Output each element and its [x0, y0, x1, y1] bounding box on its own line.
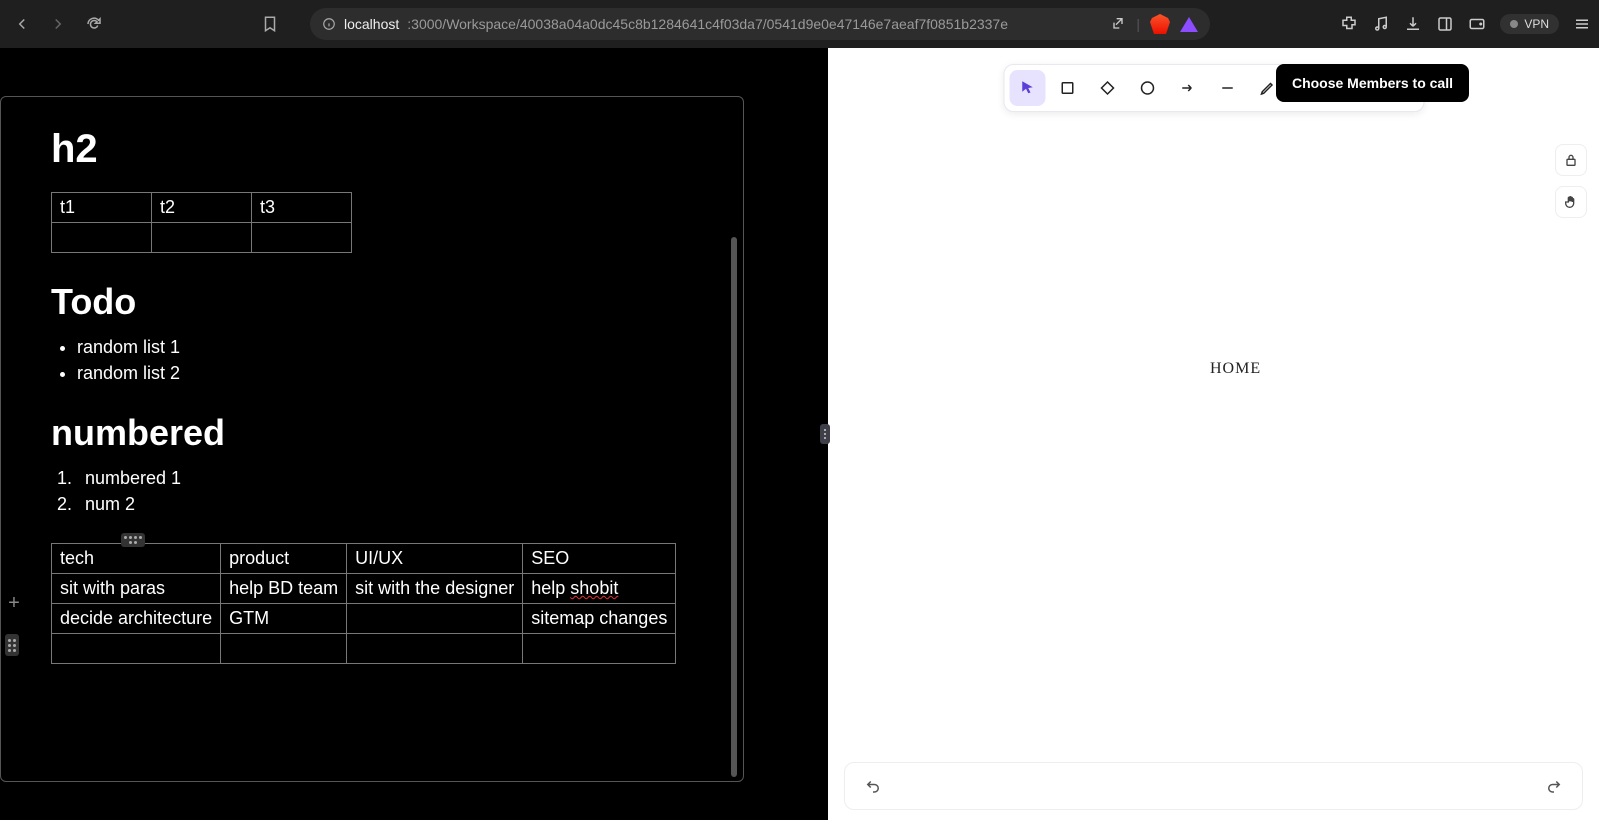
tool-arrow[interactable] [1169, 70, 1205, 106]
table-cell[interactable] [252, 223, 352, 253]
table-cell[interactable]: sitemap changes [523, 604, 676, 634]
table-1[interactable]: t1 t2 t3 [51, 192, 352, 253]
heading-todo[interactable]: Todo [51, 281, 693, 323]
table-cell[interactable]: tech [52, 544, 221, 574]
list-item[interactable]: numbered 1 [77, 468, 693, 489]
list-item[interactable]: random list 2 [77, 363, 693, 384]
vpn-label: VPN [1524, 17, 1549, 31]
table-cell[interactable]: sit with the designer [347, 574, 523, 604]
undo-button[interactable] [859, 772, 887, 800]
table-cell[interactable]: t1 [52, 193, 152, 223]
download-icon[interactable] [1404, 15, 1422, 33]
info-icon [322, 17, 336, 31]
canvas-pane: Choose Members to call HOME [828, 48, 1599, 820]
vpn-status-dot [1510, 20, 1518, 28]
nav-back-button[interactable] [8, 10, 36, 38]
list-item[interactable]: num 2 [77, 494, 693, 515]
tool-line[interactable] [1209, 70, 1245, 106]
todo-list[interactable]: random list 1 random list 2 [77, 337, 693, 384]
drag-handle-row[interactable] [5, 634, 19, 656]
table-row: sit with paras help BD team sit with the… [52, 574, 676, 604]
list-item[interactable]: random list 1 [77, 337, 693, 358]
add-row-button[interactable]: + [5, 595, 23, 613]
redo-button[interactable] [1540, 772, 1568, 800]
heading-numbered[interactable]: numbered [51, 412, 693, 454]
table-cell[interactable]: help shobit [523, 574, 676, 604]
table-cell[interactable]: sit with paras [52, 574, 221, 604]
panel-icon[interactable] [1436, 15, 1454, 33]
bookmark-icon[interactable] [256, 10, 284, 38]
table-cell[interactable]: help BD team [221, 574, 347, 604]
numbered-list[interactable]: numbered 1 num 2 [77, 468, 693, 515]
table-cell[interactable] [221, 634, 347, 664]
table-cell[interactable]: t3 [252, 193, 352, 223]
table-cell[interactable]: t2 [152, 193, 252, 223]
table-row: decide architecture GTM sitemap changes [52, 604, 676, 634]
scrollbar[interactable] [731, 237, 737, 777]
extension-icon[interactable] [1340, 15, 1358, 33]
table-cell[interactable]: product [221, 544, 347, 574]
canvas-text-home[interactable]: HOME [1210, 360, 1261, 378]
canvas-drawing-area[interactable] [828, 48, 1128, 198]
share-icon[interactable] [1110, 16, 1126, 32]
table-cell[interactable] [523, 634, 676, 664]
nav-forward-button[interactable] [44, 10, 72, 38]
vpn-pill[interactable]: VPN [1500, 14, 1559, 34]
wallet-icon[interactable] [1468, 15, 1486, 33]
table-cell[interactable]: GTM [221, 604, 347, 634]
heading-h2[interactable]: h2 [51, 127, 693, 172]
table-row: tech product UI/UX SEO [52, 544, 676, 574]
editor-content[interactable]: h2 t1 t2 t3 Todo random list 1 random li… [0, 96, 744, 782]
table-row [52, 223, 352, 253]
brave-shield-icon[interactable] [1150, 14, 1170, 34]
drag-handle-column[interactable] [121, 533, 145, 547]
table-cell[interactable] [152, 223, 252, 253]
table-cell[interactable] [347, 634, 523, 664]
browser-chrome: localhost :3000/Workspace/40038a04a0dc45c… [0, 0, 1599, 48]
table-cell[interactable]: decide architecture [52, 604, 221, 634]
table-cell[interactable] [52, 223, 152, 253]
table-2[interactable]: tech product UI/UX SEO sit with paras he… [51, 543, 676, 664]
canvas-side-tools [1555, 144, 1587, 218]
table-cell[interactable] [52, 634, 221, 664]
url-bar[interactable]: localhost :3000/Workspace/40038a04a0dc45c… [310, 8, 1210, 40]
tool-circle[interactable] [1129, 70, 1165, 106]
triangle-icon[interactable] [1180, 17, 1198, 32]
nav-reload-button[interactable] [80, 10, 108, 38]
table-cell[interactable]: SEO [523, 544, 676, 574]
canvas-bottom-bar [844, 762, 1583, 810]
hand-icon[interactable] [1555, 186, 1587, 218]
spellcheck-underline: shobit [570, 578, 618, 598]
table-row: t1 t2 t3 [52, 193, 352, 223]
split-handle[interactable] [820, 424, 830, 444]
url-path: :3000/Workspace/40038a04a0dc45c8b1284641… [407, 16, 1008, 32]
table-row [52, 634, 676, 664]
hamburger-icon[interactable] [1573, 15, 1591, 33]
choose-members-button[interactable]: Choose Members to call [1276, 64, 1469, 102]
table-cell[interactable] [347, 604, 523, 634]
table-cell[interactable]: UI/UX [347, 544, 523, 574]
lock-icon[interactable] [1555, 144, 1587, 176]
music-icon[interactable] [1372, 15, 1390, 33]
url-host: localhost [344, 16, 399, 32]
editor-pane: h2 t1 t2 t3 Todo random list 1 random li… [0, 48, 828, 820]
